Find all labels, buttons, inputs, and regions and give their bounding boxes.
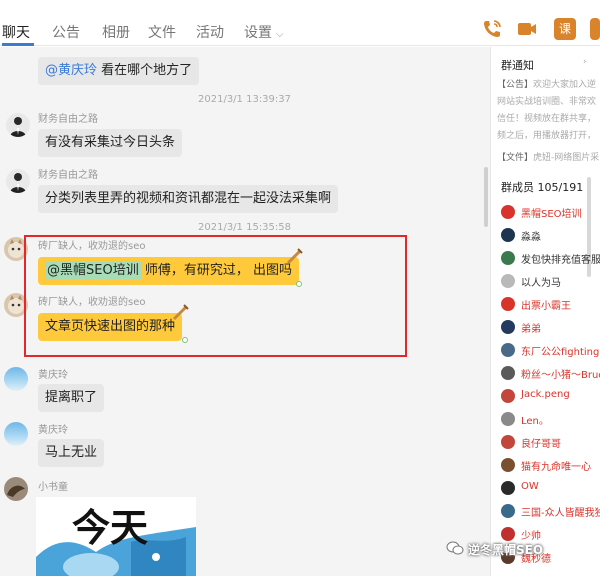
timestamp: 2021/3/1 15:35:58 [198, 222, 292, 233]
active-tab-indicator [2, 43, 34, 46]
member-avatar [501, 205, 515, 219]
message-bubble: @黄庆玲 看在哪个地方了 [38, 57, 200, 85]
member-avatar [501, 343, 515, 357]
tab-chat[interactable]: 聊天 [2, 22, 30, 42]
avatar[interactable] [6, 169, 30, 193]
member-item[interactable]: 发包快排充值客服 [501, 249, 600, 267]
avatar[interactable] [4, 422, 28, 446]
lesson-icon[interactable]: 课 [554, 18, 576, 40]
notice-line: 频之后，用播放器打开， [497, 131, 597, 141]
member-avatar [501, 435, 515, 449]
member-item[interactable]: OW [501, 479, 600, 497]
message-bubble: 提离职了 [38, 384, 105, 412]
member-item[interactable]: 以人为马 [501, 272, 600, 290]
chevron-down-icon: ⌵ [276, 29, 284, 40]
member-item[interactable]: 良仔哥哥 [501, 433, 600, 451]
avatar[interactable] [4, 477, 28, 501]
phone-icon[interactable] [481, 18, 503, 40]
member-avatar [501, 297, 515, 311]
member-item[interactable]: Len。 [501, 410, 600, 428]
member-item[interactable]: 粉丝～小猪～Bruce [501, 364, 600, 382]
mention[interactable]: @黄庆玲 [45, 63, 97, 78]
more-icon[interactable] [590, 18, 600, 40]
highlight-box [24, 235, 407, 357]
sender-name: 黄庆玲 [38, 370, 68, 381]
member-avatar [501, 228, 515, 242]
sender-name: 黄庆玲 [38, 425, 68, 436]
timestamp: 2021/3/1 13:39:37 [198, 94, 292, 105]
message-bubble: 有没有采集过今日头条 [38, 129, 183, 157]
member-avatar [501, 481, 515, 495]
tab-bar: 聊天 公告 相册 文件 活动 设置 ⌵ 课 [0, 0, 600, 46]
member-avatar [501, 366, 515, 380]
member-item[interactable]: 东厂公公fighting [501, 341, 600, 359]
tab-album[interactable]: 相册 [102, 22, 130, 42]
member-item[interactable]: 黑帽SEO培训 [501, 203, 600, 221]
notice-line[interactable]: 【文件】虎妞-网络图片采 [497, 150, 599, 163]
message-bubble: 分类列表里弄的视频和资讯都混在一起没法采集啊 [38, 185, 339, 213]
sender-name: 财务自由之路 [38, 114, 98, 125]
chat-scrollbar[interactable] [484, 167, 488, 227]
tab-files[interactable]: 文件 [148, 22, 176, 42]
member-avatar [501, 251, 515, 265]
member-item[interactable]: 三国-众人皆醒我独 [501, 502, 600, 520]
avatar[interactable] [6, 113, 30, 137]
sticker-text: 今天 [72, 506, 149, 550]
sender-name: 财务自由之路 [38, 170, 98, 181]
member-item[interactable]: Jack.peng [501, 387, 600, 405]
notice-line: 【公告】欢迎大家加入逆 [497, 80, 597, 90]
notice-line: 信任！视频放在群共享， [497, 114, 597, 124]
group-notice-title: 群通知 [501, 59, 534, 72]
sender-name: 小书童 [38, 482, 68, 493]
wechat-icon [446, 541, 464, 555]
member-item[interactable]: 猫有九命唯一心 [501, 456, 600, 474]
message-bubble: 马上无业 [38, 439, 105, 467]
member-avatar [501, 458, 515, 472]
tab-announcements[interactable]: 公告 [52, 22, 80, 42]
member-item[interactable]: 淼淼 [501, 226, 600, 244]
member-avatar [501, 274, 515, 288]
member-item[interactable]: 弟弟 [501, 318, 600, 336]
video-icon[interactable] [516, 18, 538, 40]
sticker-image[interactable]: 今天 [36, 497, 196, 576]
member-avatar [501, 320, 515, 334]
member-item[interactable]: 出票小霸王 [501, 295, 600, 313]
members-count-title: 群成员 105/191 [501, 181, 584, 194]
member-avatar [501, 389, 515, 403]
group-info-panel: 群通知 › 【公告】欢迎大家加入逆 网站实战培训圈、非常欢 信任！视频放在群共享… [490, 47, 600, 576]
member-avatar [501, 527, 515, 541]
avatar[interactable] [4, 367, 28, 391]
tab-settings[interactable]: 设置 ⌵ [244, 22, 284, 42]
tab-activities[interactable]: 活动 [196, 22, 224, 42]
watermark: 逆冬黑帽SEO [468, 543, 544, 557]
expand-icon[interactable]: › [583, 57, 587, 67]
notice-line: 网站实战培训圈、非常欢 [497, 97, 597, 107]
member-avatar [501, 504, 515, 518]
member-avatar [501, 412, 515, 426]
